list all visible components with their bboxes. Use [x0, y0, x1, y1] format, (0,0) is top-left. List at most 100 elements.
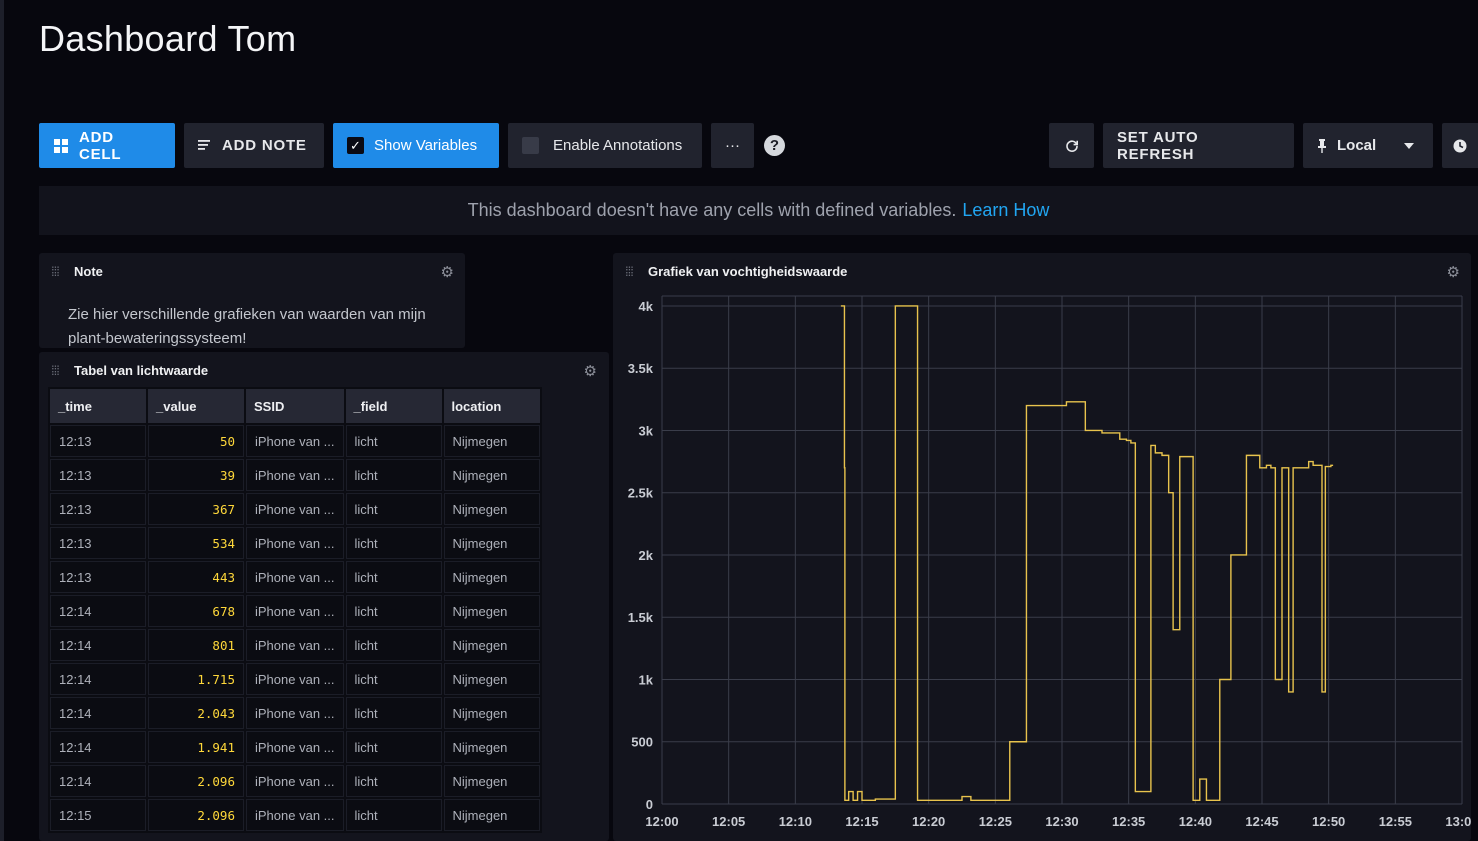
- add-cell-label: ADD CELL: [79, 128, 122, 163]
- time-cell: 12:14: [50, 765, 146, 797]
- time-cell: 12:14: [50, 629, 146, 661]
- time-range-button[interactable]: [1442, 123, 1478, 168]
- value-cell: 39: [148, 459, 244, 491]
- x-tick-label: 12:25: [979, 814, 1012, 829]
- x-tick-label: 12:45: [1245, 814, 1278, 829]
- ssid-cell: iPhone van ...: [246, 493, 344, 525]
- time-cell: 12:13: [50, 459, 146, 491]
- value-cell: 1.715: [148, 663, 244, 695]
- location-cell: Nijmegen: [443, 493, 540, 525]
- gear-icon[interactable]: ⚙: [441, 263, 454, 281]
- value-cell: 678: [148, 595, 244, 627]
- field-cell: licht: [345, 595, 442, 627]
- value-cell: 443: [148, 561, 244, 593]
- refresh-button[interactable]: [1049, 123, 1094, 168]
- ssid-cell: iPhone van ...: [246, 731, 344, 763]
- gear-icon[interactable]: ⚙: [584, 362, 597, 380]
- note-cell: ⁞⁞⁞ Note ⚙ Zie hier verschillende grafie…: [39, 253, 465, 348]
- column-header[interactable]: _field: [345, 389, 442, 423]
- location-cell: Nijmegen: [443, 697, 540, 729]
- location-cell: Nijmegen: [443, 595, 540, 627]
- location-cell: Nijmegen: [443, 765, 540, 797]
- enable-annotations-toggle[interactable]: Enable Annotations: [508, 123, 702, 168]
- location-cell: Nijmegen: [443, 459, 540, 491]
- table-row: 12:13 367 iPhone van ... licht Nijmegen: [50, 493, 540, 525]
- column-header[interactable]: location: [443, 389, 540, 423]
- x-tick-label: 13:00: [1445, 814, 1471, 829]
- ssid-cell: iPhone van ...: [246, 527, 344, 559]
- drag-handle-icon[interactable]: ⁞⁞⁞: [51, 264, 69, 279]
- time-cell: 12:13: [50, 561, 146, 593]
- location-cell: Nijmegen: [443, 663, 540, 695]
- ssid-cell: iPhone van ...: [246, 629, 344, 661]
- x-tick-label: 12:00: [645, 814, 678, 829]
- table-row: 12:13 39 iPhone van ... licht Nijmegen: [50, 459, 540, 491]
- time-cell: 12:13: [50, 527, 146, 559]
- time-cell: 12:14: [50, 595, 146, 627]
- ssid-cell: iPhone van ...: [246, 595, 344, 627]
- location-cell: Nijmegen: [443, 799, 540, 831]
- table-header-row: _time _value SSID _field location: [50, 389, 540, 423]
- y-tick-label: 2k: [639, 548, 654, 563]
- learn-how-link[interactable]: Learn How: [962, 200, 1049, 221]
- time-cell: 12:14: [50, 731, 146, 763]
- x-tick-label: 12:55: [1379, 814, 1412, 829]
- ssid-cell: iPhone van ...: [246, 425, 344, 457]
- timezone-label: Local: [1337, 137, 1377, 154]
- x-tick-label: 12:05: [712, 814, 745, 829]
- note-cell-title: Note: [74, 263, 103, 279]
- location-cell: Nijmegen: [443, 561, 540, 593]
- x-tick-label: 12:35: [1112, 814, 1145, 829]
- field-cell: licht: [345, 561, 442, 593]
- table-row: 12:13 443 iPhone van ... licht Nijmegen: [50, 561, 540, 593]
- column-header[interactable]: SSID: [246, 389, 344, 423]
- more-options-button[interactable]: ···: [711, 123, 754, 168]
- help-icon[interactable]: ?: [764, 135, 785, 156]
- time-cell: 12:13: [50, 493, 146, 525]
- value-cell: 50: [148, 425, 244, 457]
- value-cell: 2.043: [148, 697, 244, 729]
- value-cell: 1.941: [148, 731, 244, 763]
- note-body: Zie hier verschillende grafieken van waa…: [68, 306, 426, 347]
- table-row: 12:13 534 iPhone van ... licht Nijmegen: [50, 527, 540, 559]
- grid-icon: [53, 138, 69, 154]
- table-row: 12:14 1.715 iPhone van ... licht Nijmegen: [50, 663, 540, 695]
- column-header[interactable]: _time: [50, 389, 146, 423]
- drag-handle-icon[interactable]: ⁞⁞⁞: [51, 363, 69, 378]
- y-tick-label: 3k: [639, 423, 654, 438]
- y-tick-label: 0: [646, 797, 653, 812]
- value-cell: 367: [148, 493, 244, 525]
- field-cell: licht: [345, 425, 442, 457]
- show-variables-toggle[interactable]: ✓ Show Variables: [333, 123, 499, 168]
- y-tick-label: 4k: [639, 299, 654, 314]
- time-cell: 12:15: [50, 799, 146, 831]
- checkmark-icon: ✓: [347, 137, 364, 154]
- unchecked-box-icon: [522, 137, 539, 154]
- field-cell: licht: [345, 731, 442, 763]
- field-cell: licht: [345, 459, 442, 491]
- time-cell: 12:14: [50, 697, 146, 729]
- value-cell: 2.096: [148, 765, 244, 797]
- set-auto-refresh-button[interactable]: SET AUTO REFRESH: [1103, 123, 1294, 168]
- note-lines-icon: [198, 139, 212, 152]
- humidity-series-line: [840, 305, 1334, 801]
- enable-annotations-label: Enable Annotations: [553, 137, 683, 154]
- table-cell: ⁞⁞⁞ Tabel van lichtwaarde ⚙ _time _value…: [39, 352, 609, 841]
- table-row: 12:14 2.043 iPhone van ... licht Nijmegen: [50, 697, 540, 729]
- field-cell: licht: [345, 629, 442, 661]
- field-cell: licht: [345, 527, 442, 559]
- field-cell: licht: [345, 697, 442, 729]
- banner-text: This dashboard doesn't have any cells wi…: [467, 200, 957, 220]
- ssid-cell: iPhone van ...: [246, 663, 344, 695]
- timezone-dropdown[interactable]: Local: [1303, 123, 1433, 168]
- variables-banner: This dashboard doesn't have any cells wi…: [39, 186, 1478, 235]
- add-note-button[interactable]: ADD NOTE: [184, 123, 324, 168]
- table-row: 12:14 678 iPhone van ... licht Nijmegen: [50, 595, 540, 627]
- y-tick-label: 2.5k: [628, 486, 654, 501]
- table-row: 12:15 2.096 iPhone van ... licht Nijmegen: [50, 799, 540, 831]
- note-cell-header: ⁞⁞⁞ Note: [39, 253, 465, 289]
- column-header[interactable]: _value: [148, 389, 244, 423]
- add-cell-button[interactable]: ADD CELL: [39, 123, 175, 168]
- location-cell: Nijmegen: [443, 527, 540, 559]
- caret-down-icon: [1404, 142, 1415, 149]
